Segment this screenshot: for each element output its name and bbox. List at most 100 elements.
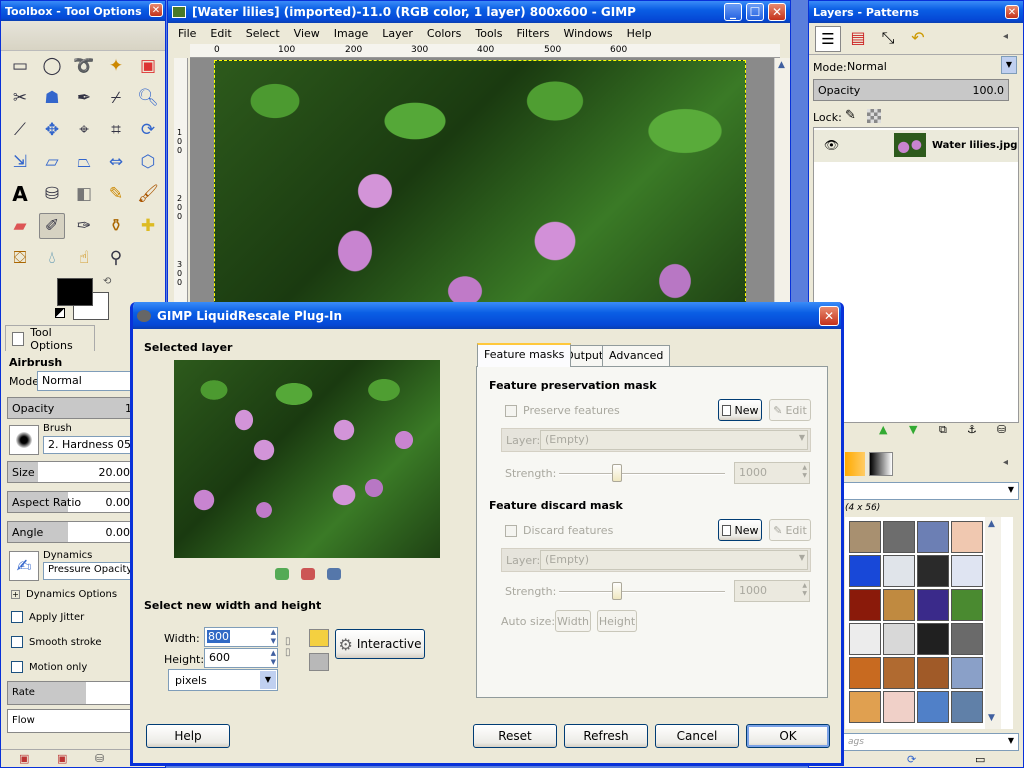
- pattern-swatch[interactable]: [951, 589, 983, 621]
- smooth-stroke-checkbox[interactable]: Smooth stroke: [11, 636, 102, 648]
- canvas-image[interactable]: [214, 60, 746, 309]
- bucket-fill-icon[interactable]: ⛁: [39, 181, 65, 207]
- chain-link-icon[interactable]: ▯ ▯: [285, 636, 291, 658]
- width-value[interactable]: 800: [207, 630, 230, 643]
- pattern-swatch[interactable]: [951, 555, 983, 587]
- size-slider[interactable]: Size 20.00: [7, 461, 135, 483]
- pattern-swatch[interactable]: [849, 589, 881, 621]
- pattern-swatch[interactable]: [917, 555, 949, 587]
- discard-strength-track[interactable]: [559, 591, 725, 593]
- zoom-icon[interactable]: 🔍︎: [135, 85, 161, 111]
- pattern-swatch[interactable]: [849, 623, 881, 655]
- preserve-layer-select[interactable]: Layer: (Empty) ▼: [501, 428, 811, 452]
- flow-slider[interactable]: Flow: [7, 709, 135, 733]
- preserve-layer-combo[interactable]: (Empty) ▼: [540, 430, 808, 450]
- tab-advanced[interactable]: Advanced: [602, 345, 671, 367]
- apply-jitter-checkbox[interactable]: Apply Jitter: [11, 611, 84, 623]
- patterns-scrollbar[interactable]: ▲ ▼: [985, 517, 1001, 729]
- discard-layer-chevron-icon[interactable]: ▼: [799, 553, 805, 562]
- menu-filters[interactable]: Filters: [516, 27, 549, 40]
- lock-alpha-icon[interactable]: [867, 109, 881, 123]
- aspect-ratio-slider[interactable]: Aspect Ratio 0.00: [7, 491, 135, 513]
- dodge-burn-icon[interactable]: ⚲: [103, 245, 129, 271]
- pattern-swatch[interactable]: [849, 691, 881, 723]
- default-colors-icon[interactable]: [55, 308, 65, 318]
- discard-strength-knob[interactable]: [612, 582, 622, 600]
- angle-slider[interactable]: Angle 0.00: [7, 521, 135, 543]
- tab-paths-icon[interactable]: ⤡: [875, 26, 901, 52]
- cancel-button[interactable]: Cancel: [655, 724, 739, 748]
- layer-raise-icon[interactable]: ▲: [879, 423, 887, 436]
- save-options-icon[interactable]: ▣: [19, 752, 29, 765]
- pattern-swatch[interactable]: [883, 589, 915, 621]
- height-value[interactable]: 600: [209, 651, 230, 664]
- layer-row[interactable]: 👁︎ Water lilies.jpg: [814, 130, 1018, 162]
- pattern-swatch[interactable]: [849, 521, 881, 553]
- fuzzy-select-icon[interactable]: ✦: [103, 53, 129, 79]
- canvas-area[interactable]: [190, 58, 780, 309]
- motion-only-box[interactable]: [11, 661, 23, 673]
- pattern-swatch[interactable]: [917, 623, 949, 655]
- refresh-patterns-icon[interactable]: ⟳: [907, 753, 916, 766]
- dynamics-options-expander[interactable]: + Dynamics Options: [11, 589, 117, 600]
- layer-anchor-icon[interactable]: ⚓: [967, 423, 977, 436]
- dynamics-field[interactable]: Pressure Opacity: [43, 562, 133, 580]
- menu-edit[interactable]: Edit: [210, 27, 231, 40]
- patterns-menu-icon[interactable]: ◂: [1003, 457, 1008, 468]
- width-spin-up-icon[interactable]: ▲: [271, 628, 276, 636]
- rate-slider[interactable]: Rate: [7, 681, 135, 705]
- menu-windows[interactable]: Windows: [563, 27, 612, 40]
- autosize-height-button[interactable]: Height: [597, 610, 637, 632]
- menu-file[interactable]: File: [178, 27, 196, 40]
- eraser-icon[interactable]: ▰: [7, 213, 33, 239]
- apply-jitter-box[interactable]: [11, 611, 23, 623]
- layer-opacity-slider[interactable]: Opacity 100.0: [813, 79, 1009, 101]
- pattern-swatch[interactable]: [951, 623, 983, 655]
- smooth-stroke-box[interactable]: [11, 636, 23, 648]
- vertical-scrollbar[interactable]: ▲: [774, 58, 790, 309]
- discard-features-checkbox[interactable]: Discard features: [505, 524, 613, 537]
- opacity-slider[interactable]: Opacity 1: [7, 397, 135, 419]
- ellipse-select-icon[interactable]: ◯: [39, 53, 65, 79]
- blur-icon[interactable]: 💧︎: [39, 245, 65, 271]
- height-spinbutton[interactable]: 600 ▲ ▼: [204, 648, 278, 668]
- reset-button[interactable]: Reset: [473, 724, 557, 748]
- color-select-icon[interactable]: ▣: [135, 53, 161, 79]
- dynamics-preview[interactable]: ✍: [9, 551, 39, 581]
- scissors-icon[interactable]: ✂: [7, 85, 33, 111]
- flip-icon[interactable]: ⇔: [103, 149, 129, 175]
- discard-strength-spin[interactable]: 1000 ▲ ▼: [734, 580, 810, 602]
- swap-colors-icon[interactable]: ⟲: [103, 276, 111, 287]
- pattern-swatch[interactable]: [883, 657, 915, 689]
- cage-icon[interactable]: ⬡: [135, 149, 161, 175]
- menu-tools[interactable]: Tools: [475, 27, 502, 40]
- menu-colors[interactable]: Colors: [427, 27, 461, 40]
- menu-help[interactable]: Help: [627, 27, 652, 40]
- scale-icon[interactable]: ⇲: [7, 149, 33, 175]
- close-button[interactable]: ✕: [768, 3, 786, 21]
- paths-icon[interactable]: ✒: [71, 85, 97, 111]
- help-button[interactable]: Help: [146, 724, 230, 748]
- brush-name-field[interactable]: 2. Hardness 050: [43, 436, 133, 454]
- preserve-strength-spin[interactable]: 1000 ▲ ▼: [734, 462, 810, 484]
- layer-delete-icon[interactable]: ⛁: [997, 423, 1006, 436]
- preserve-features-checkbox[interactable]: Preserve features: [505, 404, 620, 417]
- pencil-icon[interactable]: ✎: [103, 181, 129, 207]
- layer-lower-icon[interactable]: ▼: [909, 423, 917, 436]
- menu-layer[interactable]: Layer: [382, 27, 413, 40]
- resize-to-image-icon[interactable]: [309, 653, 329, 671]
- units-select[interactable]: pixels ▼: [168, 669, 278, 691]
- measure-icon[interactable]: ⟋: [7, 117, 33, 143]
- layers-close-button[interactable]: ✕: [1005, 5, 1019, 19]
- discard-features-box[interactable]: [505, 525, 517, 537]
- height-spin-up-icon[interactable]: ▲: [271, 649, 276, 657]
- pattern-swatch[interactable]: [917, 657, 949, 689]
- ink-icon[interactable]: ✑: [71, 213, 97, 239]
- text-icon[interactable]: A: [7, 181, 33, 207]
- discard-layer-select[interactable]: Layer: (Empty) ▼: [501, 548, 811, 572]
- tab-gradients-icon[interactable]: [845, 452, 865, 476]
- smudge-icon[interactable]: ☝: [71, 245, 97, 271]
- paintbrush-icon[interactable]: 🖌︎: [135, 181, 161, 207]
- toolbox-close-button[interactable]: ✕: [149, 3, 163, 17]
- pattern-swatch[interactable]: [849, 657, 881, 689]
